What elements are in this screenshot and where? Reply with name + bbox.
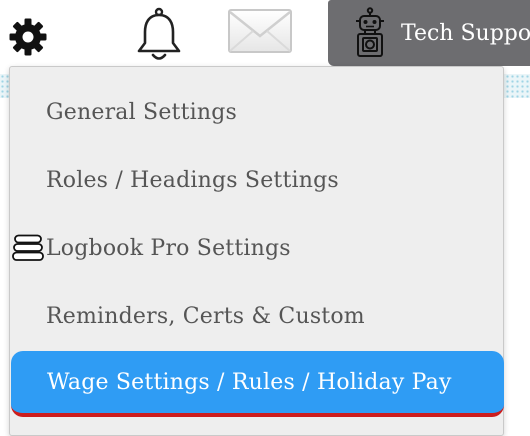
settings-dropdown-menu: General Settings Roles / Headings Settin… xyxy=(9,66,504,436)
menu-item-label: Roles / Headings Settings xyxy=(46,167,339,193)
menu-item-label: General Settings xyxy=(46,99,237,125)
menu-item-label: Reminders, Certs & Custom xyxy=(46,303,365,329)
top-bar: Tech Suppo xyxy=(0,0,530,68)
menu-item-reminders-certs-custom[interactable]: Reminders, Certs & Custom xyxy=(10,290,503,342)
mail-icon[interactable] xyxy=(226,6,294,56)
bell-icon[interactable] xyxy=(131,6,187,64)
robot-icon xyxy=(348,6,392,60)
menu-item-general-settings[interactable]: General Settings xyxy=(10,86,503,138)
menu-item-logbook-pro-settings[interactable]: Logbook Pro Settings xyxy=(10,222,503,274)
menu-item-wage-settings[interactable]: Wage Settings / Rules / Holiday Pay xyxy=(11,351,504,417)
tech-support-label: Tech Suppo xyxy=(401,20,530,46)
tech-support-button[interactable]: Tech Suppo xyxy=(328,0,530,66)
stack-icon[interactable] xyxy=(11,233,45,263)
menu-item-label: Wage Settings / Rules / Holiday Pay xyxy=(47,369,452,395)
gear-icon[interactable] xyxy=(7,16,49,58)
menu-item-roles-headings-settings[interactable]: Roles / Headings Settings xyxy=(10,154,503,206)
menu-item-label: Logbook Pro Settings xyxy=(46,235,291,261)
